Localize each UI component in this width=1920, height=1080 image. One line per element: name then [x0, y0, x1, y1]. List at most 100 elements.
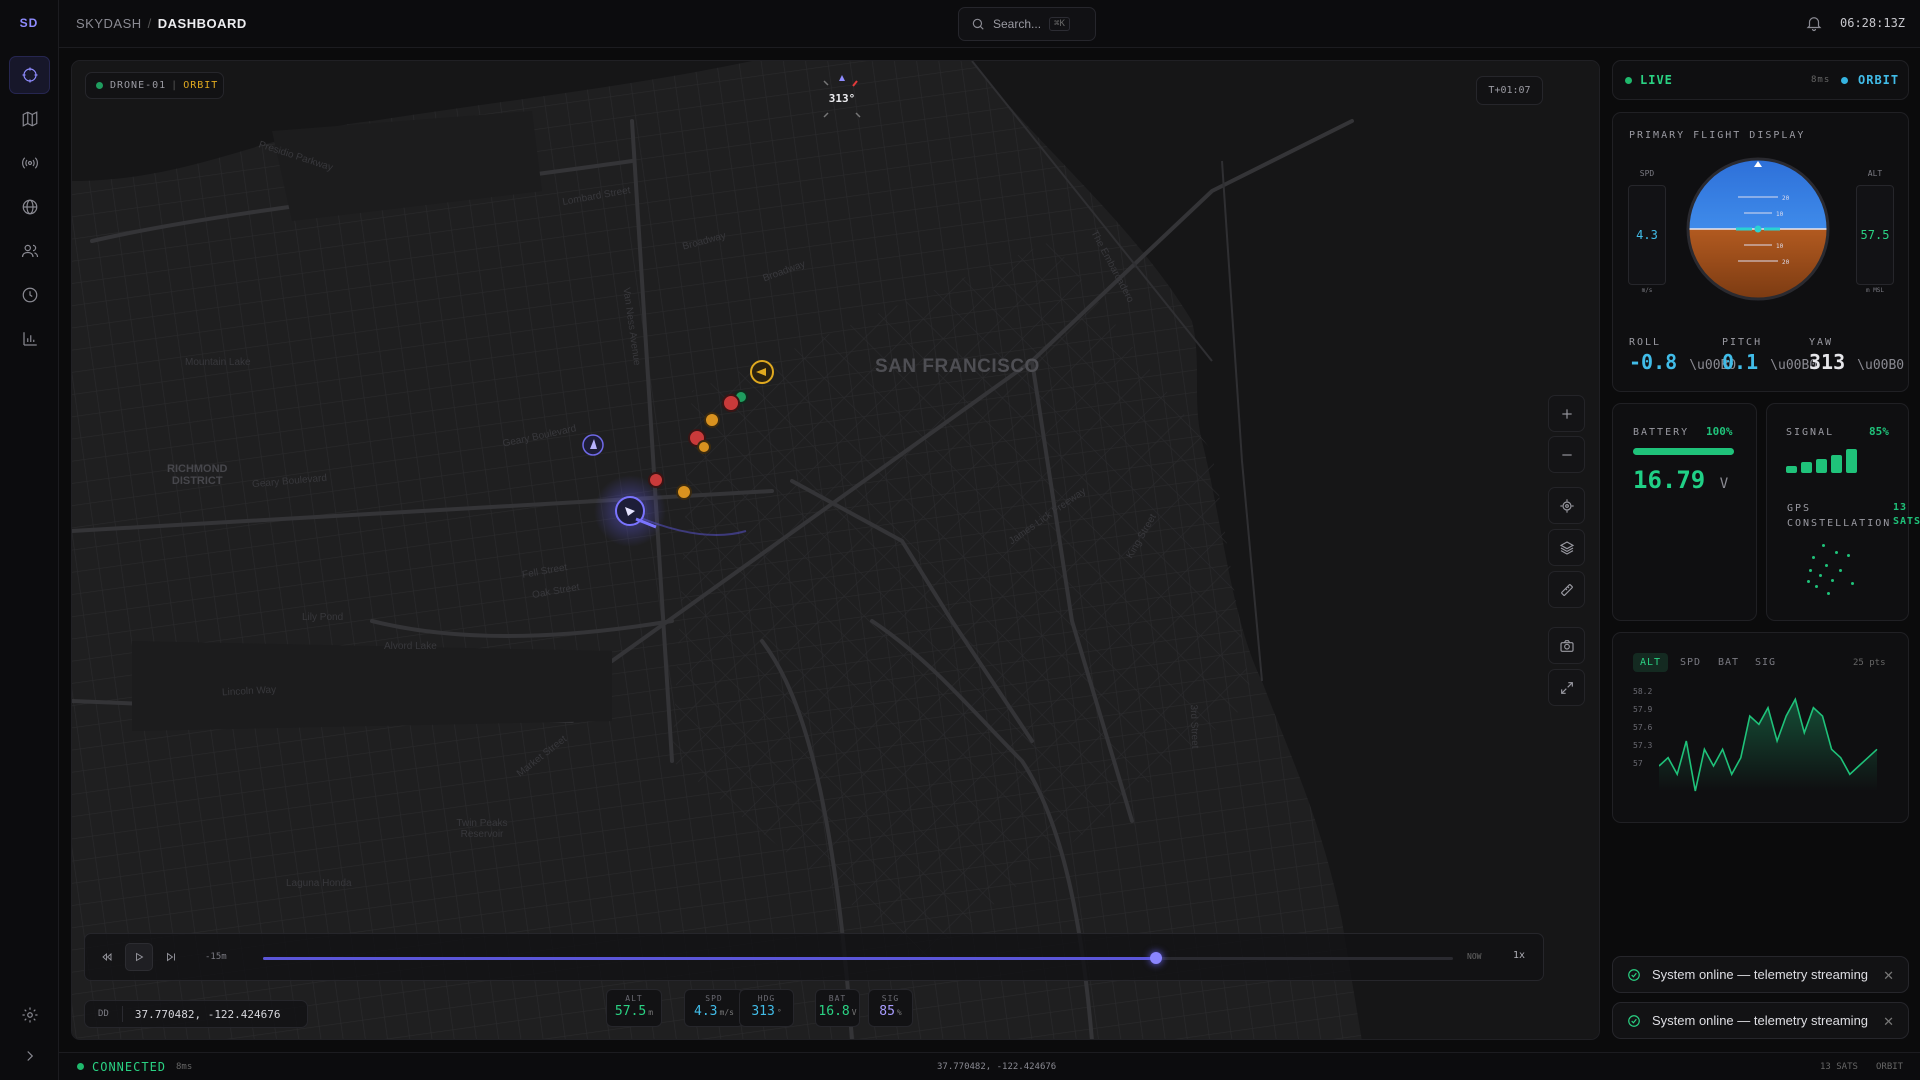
yaw-readout: YAW 313 \u00B0	[1809, 337, 1904, 374]
chart-tab-sig[interactable]: SIG	[1748, 653, 1783, 672]
chart-y-tick: 57.6	[1633, 723, 1653, 732]
battery-voltage: 16.79	[1633, 466, 1706, 494]
measure-button[interactable]	[1548, 571, 1585, 608]
toast-text: System online — telemetry streaming	[1652, 967, 1869, 982]
nav-expand[interactable]	[9, 1037, 50, 1075]
settings-icon	[22, 1007, 37, 1023]
play-button[interactable]	[125, 943, 153, 971]
nav-map[interactable]	[9, 100, 50, 138]
battery-pct: 100%	[1706, 425, 1733, 438]
nav-globe[interactable]	[9, 188, 50, 226]
battery-label: BATTERY	[1633, 427, 1690, 438]
status-mode: ORBIT	[1876, 1062, 1904, 1072]
battery-bar	[1633, 448, 1734, 455]
telemetry-value: 313	[751, 1004, 775, 1019]
playback-progress	[263, 957, 1156, 960]
toast-notification[interactable]: System online — telemetry streaming ✕	[1612, 956, 1909, 993]
nav-users[interactable]	[9, 232, 50, 270]
drone-name: DRONE-01	[110, 80, 167, 91]
map-label-district: RICHMOND DISTRICT	[167, 463, 228, 487]
map-label-city: SAN FRANCISCO	[875, 356, 1040, 377]
chart-tab-bat[interactable]: BAT	[1711, 653, 1746, 672]
pitch-label: PITCH	[1722, 337, 1763, 348]
chart-y-tick: 57	[1633, 759, 1643, 768]
signal-label: SIGNAL	[1786, 427, 1835, 438]
signal-bar	[1816, 459, 1827, 473]
app-logo[interactable]: SD	[10, 11, 48, 35]
gps-satellite	[1822, 544, 1825, 547]
playback-slider[interactable]	[263, 952, 1453, 964]
telemetry-spd: SPD 4.3 m/s	[684, 989, 744, 1027]
nav-settings[interactable]	[9, 996, 50, 1034]
status-coords: 37.770482, -122.424676	[937, 1062, 1057, 1072]
gps-satellite	[1819, 574, 1822, 577]
telemetry-key: SPD	[705, 994, 723, 1003]
layers-icon	[1559, 540, 1574, 555]
breadcrumb-current: DASHBOARD	[157, 16, 247, 31]
roll-label: ROLL	[1629, 337, 1662, 348]
map-icon	[22, 111, 37, 127]
nav-broadcast[interactable]	[9, 144, 50, 182]
toast-text: System online — telemetry streaming	[1652, 1013, 1869, 1028]
playback-now-label: NOW	[1467, 952, 1482, 961]
telemetry-key: ALT	[625, 994, 643, 1003]
search-input[interactable]: Search... ⌘K	[958, 7, 1096, 41]
bar-chart-icon	[22, 332, 37, 346]
coords-format[interactable]: DD	[85, 1006, 123, 1022]
telemetry-key: SIG	[881, 994, 900, 1003]
close-icon[interactable]: ✕	[1883, 968, 1894, 984]
cursor-coords[interactable]: DD 37.770482, -122.424676	[84, 1000, 308, 1028]
telemetry-sig: SIG 85%	[868, 989, 913, 1027]
crosshair-icon	[22, 67, 37, 83]
playback-speed[interactable]: 1x	[1513, 950, 1525, 961]
rewind-button[interactable]	[93, 943, 121, 971]
gps-label: GPS CONSTELLATION	[1787, 503, 1892, 529]
gps-satellite	[1839, 569, 1842, 572]
map-basemap	[72, 61, 1599, 1039]
telemetry-unit: m	[648, 1008, 654, 1017]
breadcrumb-root[interactable]: SKYDASH	[76, 16, 142, 31]
pfd-title: PRIMARY FLIGHT DISPLAY	[1629, 130, 1806, 141]
battery-unit: V	[1719, 476, 1729, 492]
spd-label: SPD	[1639, 169, 1655, 178]
clock-icon	[22, 287, 37, 303]
plus-icon	[1561, 408, 1572, 419]
recenter-button[interactable]	[1548, 487, 1585, 524]
snapshot-button[interactable]	[1548, 627, 1585, 664]
map-label-street: Twin Peaks Reservoir	[456, 818, 508, 840]
skip-forward-button[interactable]	[157, 943, 185, 971]
pitch-readout: PITCH 0.1 \u00B0	[1722, 337, 1817, 374]
gps-count: 13 SATS	[1893, 502, 1920, 527]
map-view[interactable]: SAN FRANCISCO RICHMOND DISTRICT Presidio…	[71, 60, 1600, 1040]
zoom-in-button[interactable]	[1548, 395, 1585, 432]
chart-tab-alt[interactable]: ALT	[1633, 653, 1669, 672]
nav-analytics[interactable]	[9, 320, 50, 358]
fullscreen-button[interactable]	[1548, 669, 1585, 706]
signal-bar	[1786, 466, 1797, 473]
notifications-button[interactable]	[1805, 14, 1823, 32]
telemetry-unit: m/s	[719, 1008, 734, 1017]
mission-timer: T+01:07	[1476, 76, 1543, 105]
minus-icon	[1561, 453, 1572, 456]
gps-satellite	[1835, 551, 1838, 554]
zoom-out-button[interactable]	[1548, 436, 1585, 473]
telemetry-value: 85	[879, 1004, 895, 1019]
chart-tab-spd[interactable]: SPD	[1673, 653, 1708, 672]
search-shortcut: ⌘K	[1049, 17, 1070, 31]
telemetry-value: 4.3	[694, 1004, 718, 1019]
chart-points-label: 25 pts	[1853, 658, 1886, 668]
primary-flight-display: PRIMARY FLIGHT DISPLAY SPD 4.3 m/s 20 10…	[1612, 112, 1909, 392]
drone-status-pill[interactable]: DRONE-01 | ORBIT	[85, 72, 224, 99]
playback-bar: -15m NOW 1x	[84, 933, 1544, 981]
play-icon	[136, 952, 144, 962]
nav-mission[interactable]	[9, 56, 50, 94]
playback-knob[interactable]	[1149, 952, 1162, 964]
close-icon[interactable]: ✕	[1883, 1014, 1894, 1030]
nav-history[interactable]	[9, 276, 50, 314]
rewind-icon	[102, 953, 112, 961]
signal-bar	[1801, 462, 1812, 473]
yaw-unit: \u00B0	[1857, 358, 1905, 373]
layers-button[interactable]	[1548, 529, 1585, 566]
toast-notification[interactable]: System online — telemetry streaming ✕	[1612, 1002, 1909, 1039]
check-circle-icon	[1628, 968, 1640, 981]
